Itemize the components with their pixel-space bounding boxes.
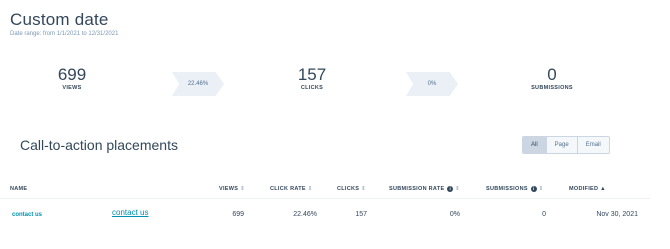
views-label: VIEWS bbox=[62, 85, 82, 91]
column-header-submissions[interactable]: SUBMISSIONS i ⇕ bbox=[486, 186, 543, 192]
column-header-name-label: NAME bbox=[10, 186, 28, 192]
row-submissions: 0 bbox=[542, 211, 546, 218]
column-header-clicks-label: CLICKS bbox=[337, 186, 360, 192]
column-header-views-label: VIEWS bbox=[219, 186, 239, 192]
section-title: Call-to-action placements bbox=[20, 137, 178, 153]
row-submission-rate: 0% bbox=[449, 211, 460, 218]
info-icon[interactable]: i bbox=[447, 186, 454, 192]
views-value: 699 bbox=[57, 65, 87, 84]
views-metric: 699 VIEWS bbox=[2, 65, 142, 92]
click-rate-chevron: 22.46% bbox=[172, 72, 224, 96]
page-title: Custom date bbox=[10, 10, 109, 29]
column-header-clicks[interactable]: CLICKS ⇕ bbox=[337, 186, 366, 192]
filter-page-button[interactable]: Page bbox=[546, 137, 578, 153]
sort-icon: ⇕ bbox=[538, 186, 544, 192]
column-header-submissions-label: SUBMISSIONS bbox=[486, 186, 528, 192]
sort-ascending-icon: ▲ bbox=[600, 186, 606, 192]
row-modified: Nov 30, 2021 bbox=[596, 211, 638, 218]
clicks-metric: 157 CLICKS bbox=[242, 65, 382, 92]
cta-name-link[interactable]: contact us bbox=[12, 212, 42, 218]
date-range-text: Date range: from 1/1/2021 to 12/31/2021 bbox=[10, 31, 119, 37]
sort-icon: ⇕ bbox=[361, 186, 367, 192]
clicks-label: CLICKS bbox=[300, 85, 324, 91]
submissions-label: SUBMISSIONS bbox=[531, 85, 573, 91]
column-header-submission-rate[interactable]: SUBMISSION RATE i ⇕ bbox=[389, 186, 460, 192]
placement-link[interactable]: contact us bbox=[112, 208, 148, 217]
column-header-submission-rate-label: SUBMISSION RATE bbox=[389, 186, 445, 192]
clicks-value: 157 bbox=[297, 65, 327, 84]
submissions-value: 0 bbox=[547, 65, 557, 84]
column-header-views[interactable]: VIEWS ⇕ bbox=[219, 186, 245, 192]
column-header-click-rate[interactable]: CLICK RATE ⇕ bbox=[270, 186, 313, 192]
row-views: 699 bbox=[232, 211, 244, 218]
info-icon[interactable]: i bbox=[530, 186, 537, 192]
table-header-divider bbox=[0, 198, 650, 199]
row-clicks: 157 bbox=[355, 211, 367, 218]
filter-email-button[interactable]: Email bbox=[577, 137, 609, 153]
row-click-rate: 22.46% bbox=[293, 211, 317, 218]
sort-icon: ⇕ bbox=[240, 186, 245, 192]
column-header-name[interactable]: NAME bbox=[10, 186, 27, 192]
filter-all-button[interactable]: All bbox=[523, 137, 547, 153]
submission-rate-chevron: 0% bbox=[406, 72, 458, 96]
column-header-click-rate-label: CLICK RATE bbox=[270, 186, 306, 192]
sort-icon: ⇕ bbox=[455, 186, 461, 192]
sort-icon: ⇕ bbox=[307, 186, 313, 192]
column-header-modified[interactable]: MODIFIED ▲ bbox=[569, 186, 606, 192]
placement-filter: All Page Email bbox=[522, 136, 610, 154]
column-header-modified-label: MODIFIED bbox=[569, 186, 599, 192]
submissions-metric: 0 SUBMISSIONS bbox=[482, 65, 622, 92]
